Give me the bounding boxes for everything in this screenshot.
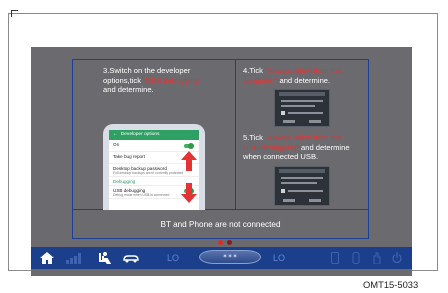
back-arrow-icon: ← <box>113 132 118 137</box>
step3-line2: options,tick "USB debugging" <box>103 76 233 86</box>
arrow-up-icon <box>181 151 197 171</box>
phone-row-sub: Full desktop backups aren't currently pr… <box>113 171 184 175</box>
phone-icon[interactable] <box>329 247 341 269</box>
step3-highlight: "USB debugging" <box>143 75 202 85</box>
step4-line2-suffix: and determine. <box>277 75 331 85</box>
step4-text: 4.Tick "Always allow from this computer"… <box>243 66 368 85</box>
allow-debugging-dialog-illustration <box>274 89 330 127</box>
toggle-on-icon <box>184 143 194 149</box>
arrow-down-icon <box>181 183 197 203</box>
step4-line1: 4.Tick "Always allow from this <box>243 66 368 76</box>
step4-line1-prefix: 4.Tick <box>243 66 266 75</box>
phone-header: ← Developer options <box>109 130 199 140</box>
step5-highlight-a: "Always allow from this <box>265 133 343 142</box>
corner-mark <box>11 10 18 17</box>
phone-row-label: Debugging <box>113 179 136 184</box>
signal-bars-icon[interactable] <box>65 247 83 269</box>
usb-debugging-dialog-illustration <box>274 166 330 206</box>
step5-line1-prefix: 5.Tick <box>243 133 266 142</box>
fan-icon: ✶✶✶ <box>222 253 238 260</box>
step3-line3: and determine. <box>103 85 154 95</box>
page-dot[interactable] <box>227 240 232 245</box>
car-airflow-icon[interactable] <box>121 247 141 269</box>
fan-control-button[interactable]: ✶✶✶ <box>199 250 261 264</box>
step5-line3: when connected USB. <box>243 152 319 162</box>
power-icon[interactable] <box>390 247 404 269</box>
connection-status-message: BT and Phone are not connected <box>160 220 281 229</box>
step5-line2-suffix: and determine <box>298 142 350 152</box>
step4-highlight-a: "Always allow from this <box>265 66 343 75</box>
right-fan-level: LO <box>273 253 286 263</box>
step5-text: 5.Tick "Always allow from this USB debug… <box>243 133 368 162</box>
step4-highlight-b: computer" <box>243 75 278 85</box>
step3-text: 3.Switch on the developer options,tick "… <box>103 66 233 95</box>
step5-highlight-b: USB debugging" <box>243 142 299 152</box>
seat-person-icon[interactable] <box>96 247 112 269</box>
step4-line2: computer" and determine. <box>243 76 368 86</box>
left-fan-level: LO <box>167 253 180 263</box>
phone-row-label: On <box>113 142 120 147</box>
hand-icon[interactable] <box>370 247 382 269</box>
page-dot-active[interactable] <box>218 240 223 245</box>
seat-heat-icon[interactable] <box>350 247 362 269</box>
step5-line1: 5.Tick "Always allow from this <box>243 133 368 143</box>
step5-line2: USB debugging" and determine <box>243 143 368 153</box>
step3-line1: 3.Switch on the developer <box>103 66 191 75</box>
figure-code: OMT15-5033 <box>363 279 419 290</box>
panel-divider-vertical <box>235 59 236 209</box>
home-icon[interactable] <box>39 247 55 269</box>
phone-row-label: Take bug report <box>113 154 145 159</box>
step3-line2-prefix: options,tick <box>103 75 144 85</box>
phone-header-title: Developer options <box>120 132 160 137</box>
